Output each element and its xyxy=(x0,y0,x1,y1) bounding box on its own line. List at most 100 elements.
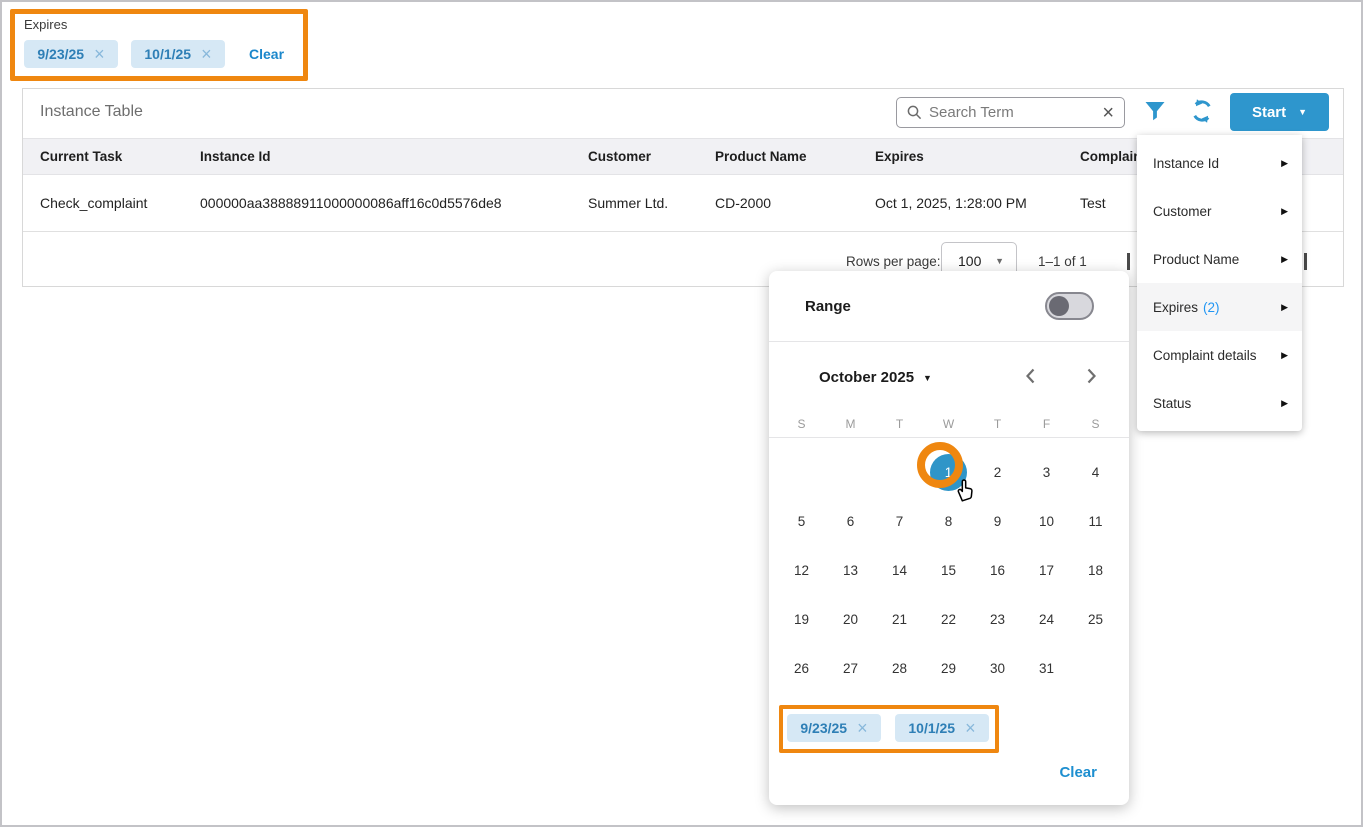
date-chip-label: 10/1/25 xyxy=(908,720,955,736)
calendar-day[interactable]: 8 xyxy=(924,497,973,546)
calendar-day[interactable]: 7 xyxy=(875,497,924,546)
month-select[interactable]: October 2025 ▼ xyxy=(819,369,932,386)
calendar-day[interactable]: 25 xyxy=(1071,595,1120,644)
calendar-day[interactable]: 11 xyxy=(1071,497,1120,546)
calendar-day[interactable]: 18 xyxy=(1071,546,1120,595)
calendar-day[interactable]: 30 xyxy=(973,644,1022,693)
clear-filters-link[interactable]: Clear xyxy=(249,40,284,68)
chevron-right-icon: ▶ xyxy=(1281,206,1288,217)
chip-remove-icon[interactable]: × xyxy=(201,45,212,63)
menu-item-expires[interactable]: Expires (2) ▶ xyxy=(1137,283,1302,331)
calendar-day[interactable]: 31 xyxy=(1022,644,1071,693)
filter-chip[interactable]: 10/1/25 × xyxy=(131,40,225,68)
chevron-down-icon: ▼ xyxy=(995,256,1004,266)
previous-month-icon[interactable] xyxy=(1020,365,1042,387)
cell-product-name: CD-2000 xyxy=(715,175,771,231)
column-header[interactable]: Product Name xyxy=(715,139,807,174)
table-title: Instance Table xyxy=(40,103,143,121)
calendar-day[interactable]: 29 xyxy=(924,644,973,693)
search-input[interactable] xyxy=(929,104,1095,121)
cell-customer: Summer Ltd. xyxy=(588,175,668,231)
cell-current-task: Check_complaint xyxy=(40,175,147,231)
calendar-day[interactable]: 14 xyxy=(875,546,924,595)
filter-chip[interactable]: 9/23/25 × xyxy=(24,40,118,68)
filter-menu: Instance Id ▶ Customer ▶ Product Name ▶ … xyxy=(1137,135,1302,431)
app-page: Expires 9/23/25 × 10/1/25 × Clear Instan… xyxy=(0,0,1363,827)
next-month-icon[interactable] xyxy=(1080,365,1102,387)
calendar-day[interactable]: 6 xyxy=(826,497,875,546)
range-toggle[interactable] xyxy=(1045,292,1094,320)
clear-dates-link[interactable]: Clear xyxy=(1059,764,1097,781)
range-label: Range xyxy=(805,298,851,315)
cell-expires: Oct 1, 2025, 1:28:00 PM xyxy=(875,175,1027,231)
search-clear-icon[interactable]: × xyxy=(1102,103,1114,123)
menu-item-product-name[interactable]: Product Name ▶ xyxy=(1137,235,1302,283)
calendar-day[interactable]: 15 xyxy=(924,546,973,595)
date-chip[interactable]: 10/1/25 × xyxy=(895,714,989,742)
calendar-day[interactable]: 23 xyxy=(973,595,1022,644)
expires-filter-label: Expires xyxy=(24,17,67,32)
start-button[interactable]: Start ▼ xyxy=(1230,93,1329,131)
search-box[interactable]: × xyxy=(896,97,1125,128)
weekday-header-row: SM TW TF S xyxy=(777,412,1120,436)
calendar-day[interactable]: 24 xyxy=(1022,595,1071,644)
expires-filter-annotation-box: Expires 9/23/25 × 10/1/25 × Clear xyxy=(10,9,308,81)
column-header[interactable]: Expires xyxy=(875,139,924,174)
calendar-day[interactable]: 10 xyxy=(1022,497,1071,546)
chevron-right-icon: ▶ xyxy=(1281,254,1288,265)
calendar-day[interactable]: 9 xyxy=(973,497,1022,546)
calendar-empty-cell xyxy=(875,448,924,497)
calendar-grid: 1 2 3 4 5 6 7 8 9 10 11 12 13 14 15 16 1… xyxy=(777,448,1120,693)
calendar-day[interactable]: 19 xyxy=(777,595,826,644)
calendar-empty-cell xyxy=(826,448,875,497)
menu-item-status[interactable]: Status ▶ xyxy=(1137,379,1302,427)
chevron-down-icon: ▼ xyxy=(1298,107,1307,117)
column-header[interactable]: Instance Id xyxy=(200,139,271,174)
cell-complaint-details: Test xyxy=(1080,175,1106,231)
calendar-day[interactable]: 2 xyxy=(973,448,1022,497)
column-header[interactable]: Current Task xyxy=(40,139,122,174)
first-page-icon[interactable] xyxy=(1127,253,1130,270)
calendar-day[interactable]: 27 xyxy=(826,644,875,693)
chip-remove-icon[interactable]: × xyxy=(965,719,976,737)
toggle-knob xyxy=(1049,296,1069,316)
chevron-right-icon: ▶ xyxy=(1281,158,1288,169)
calendar-empty-cell xyxy=(777,448,826,497)
selected-dates-annotation-box: 9/23/25 × 10/1/25 × xyxy=(779,705,999,753)
calendar-day[interactable]: 26 xyxy=(777,644,826,693)
calendar-empty-cell xyxy=(1071,644,1120,693)
calendar-day[interactable]: 4 xyxy=(1071,448,1120,497)
menu-item-customer[interactable]: Customer ▶ xyxy=(1137,187,1302,235)
calendar-day[interactable]: 21 xyxy=(875,595,924,644)
chevron-right-icon: ▶ xyxy=(1281,302,1288,313)
filter-chip-label: 9/23/25 xyxy=(37,46,84,62)
calendar-day[interactable]: 16 xyxy=(973,546,1022,595)
search-icon xyxy=(907,105,922,120)
chevron-right-icon: ▶ xyxy=(1281,350,1288,361)
calendar-day[interactable]: 12 xyxy=(777,546,826,595)
calendar-day[interactable]: 17 xyxy=(1022,546,1071,595)
chevron-right-icon: ▶ xyxy=(1281,398,1288,409)
column-header[interactable]: Customer xyxy=(588,139,651,174)
pagination-range-label: 1–1 of 1 xyxy=(1038,254,1087,269)
date-picker-popup: Range October 2025 ▼ SM TW TF S 1 2 3 4 xyxy=(769,271,1129,805)
chip-remove-icon[interactable]: × xyxy=(94,45,105,63)
calendar-day[interactable]: 5 xyxy=(777,497,826,546)
calendar-day[interactable]: 3 xyxy=(1022,448,1071,497)
calendar-day-selected[interactable]: 1 xyxy=(924,448,973,497)
calendar-day[interactable]: 20 xyxy=(826,595,875,644)
date-chip[interactable]: 9/23/25 × xyxy=(787,714,881,742)
chip-remove-icon[interactable]: × xyxy=(857,719,868,737)
menu-item-instance-id[interactable]: Instance Id ▶ xyxy=(1137,139,1302,187)
filter-chip-label: 10/1/25 xyxy=(144,46,191,62)
calendar-day[interactable]: 13 xyxy=(826,546,875,595)
calendar-day[interactable]: 22 xyxy=(924,595,973,644)
menu-item-complaint-details[interactable]: Complaint details ▶ xyxy=(1137,331,1302,379)
refresh-icon[interactable] xyxy=(1189,98,1215,124)
calendar-day[interactable]: 28 xyxy=(875,644,924,693)
rows-per-page-label: Rows per page: xyxy=(846,254,941,269)
filter-count-badge: (2) xyxy=(1203,300,1220,315)
date-chip-label: 9/23/25 xyxy=(800,720,847,736)
filter-icon[interactable] xyxy=(1144,100,1166,122)
last-page-icon[interactable] xyxy=(1304,253,1307,270)
